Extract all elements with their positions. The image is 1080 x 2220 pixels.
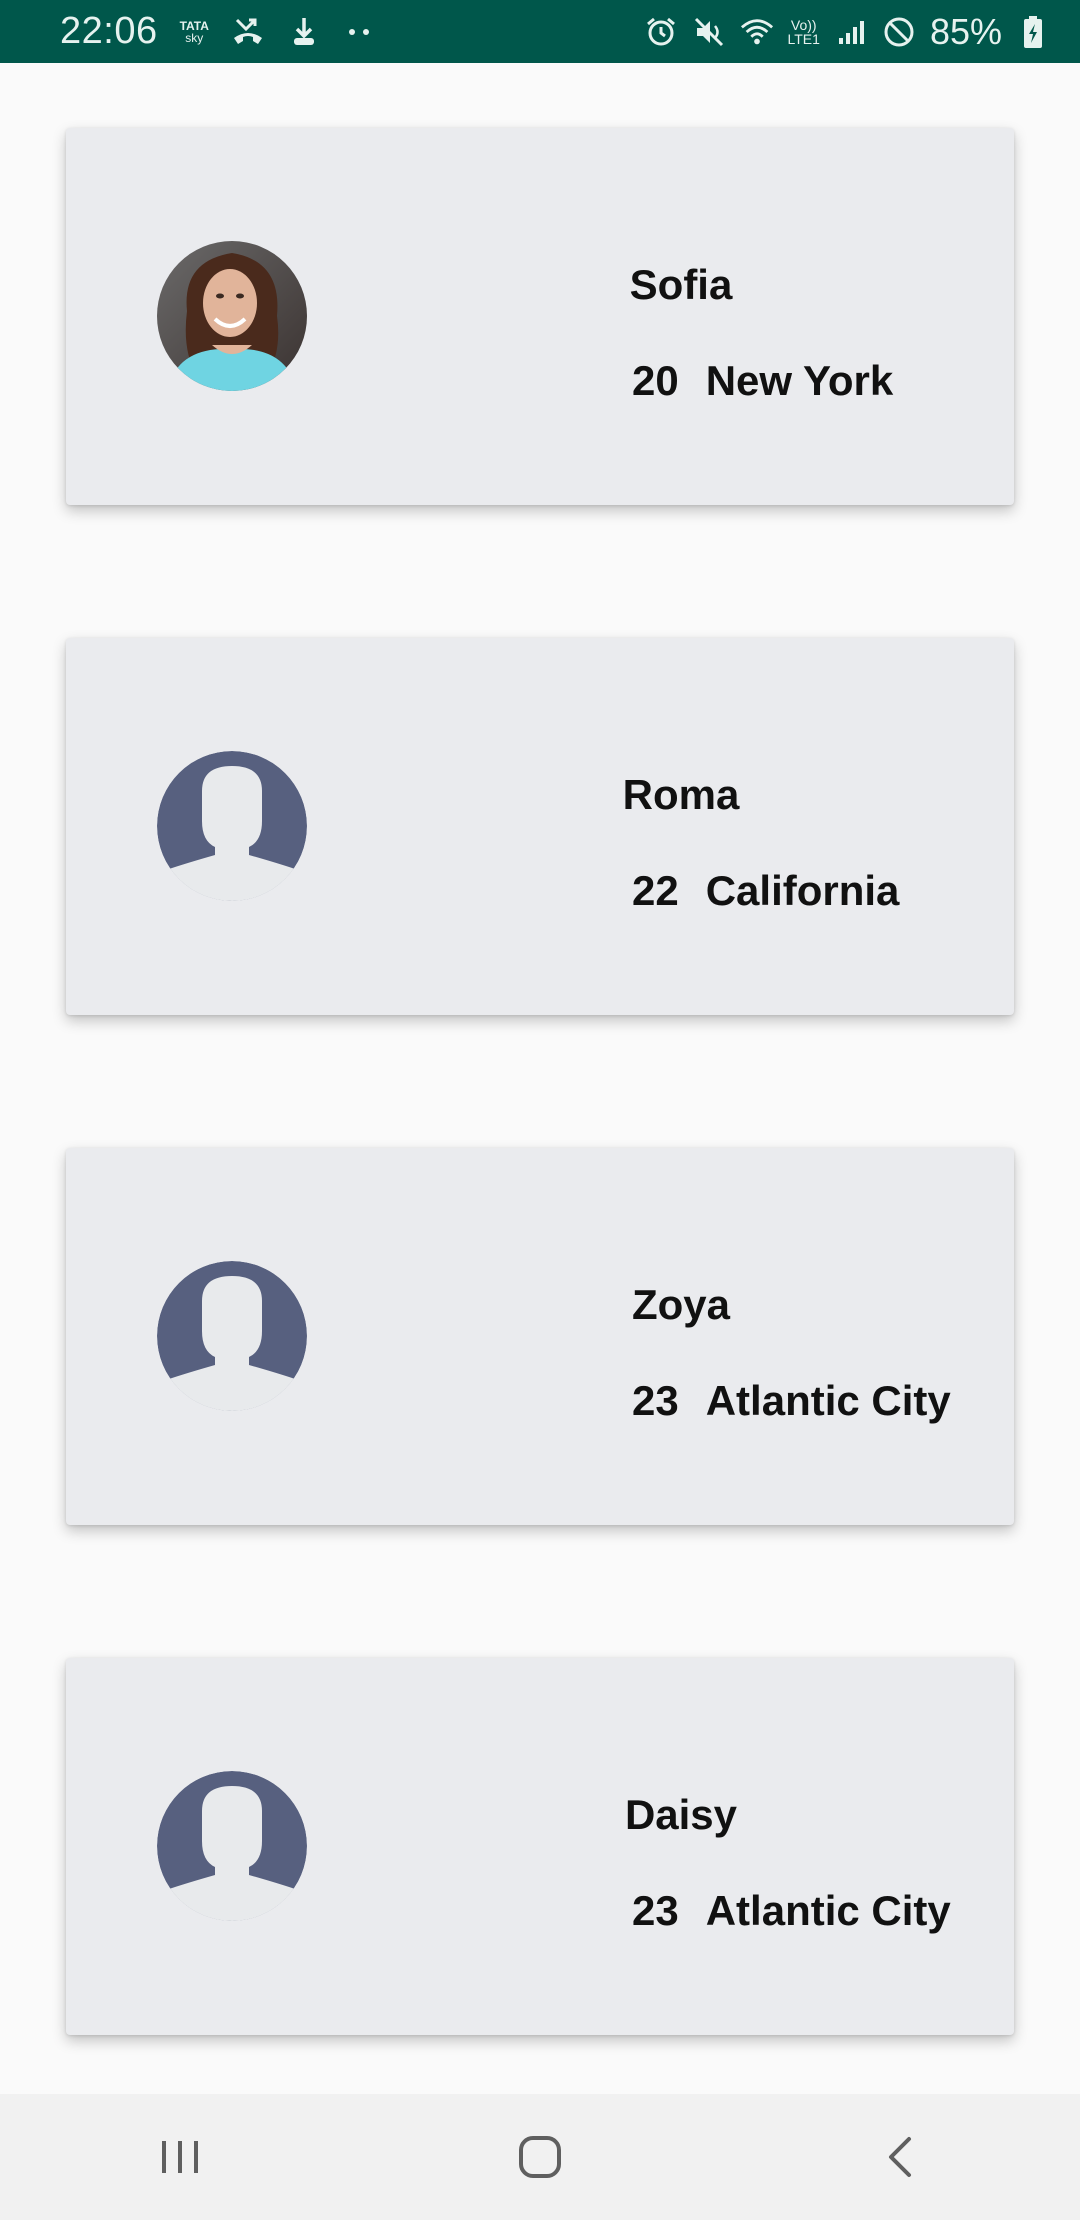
status-time: 22:06 bbox=[60, 10, 158, 52]
back-icon[interactable] bbox=[840, 2112, 960, 2202]
default-avatar-icon bbox=[157, 751, 307, 901]
volte-line2: LTE1 bbox=[787, 30, 820, 47]
do-not-disturb-icon bbox=[882, 15, 916, 49]
carrier-line2: sky bbox=[185, 30, 204, 45]
person-meta: 23 Atlantic City bbox=[566, 1887, 951, 1935]
person-age: 23 bbox=[632, 1887, 679, 1934]
person-card[interactable]: Roma 22 California bbox=[66, 638, 1014, 1015]
person-name: Roma bbox=[622, 771, 740, 818]
carrier-line1: TATA bbox=[179, 18, 209, 33]
person-meta: 23 Atlantic City bbox=[566, 1377, 951, 1425]
battery-charging-icon bbox=[1016, 15, 1050, 49]
person-city: California bbox=[705, 867, 900, 914]
home-icon[interactable] bbox=[480, 2112, 600, 2202]
more-dots-icon bbox=[343, 15, 377, 49]
carrier-logo: TATA sky bbox=[180, 20, 209, 44]
alarm-icon bbox=[644, 15, 678, 49]
volte-line1: Vo)) bbox=[790, 16, 817, 33]
recent-apps-icon[interactable] bbox=[120, 2112, 240, 2202]
person-name: Daisy bbox=[624, 1791, 738, 1838]
default-avatar-icon bbox=[157, 1771, 307, 1921]
person-name: Zoya bbox=[631, 1281, 731, 1328]
person-card[interactable]: Sofia 20 New York bbox=[66, 128, 1014, 505]
photo-avatar bbox=[157, 241, 307, 391]
person-card[interactable]: Daisy 23 Atlantic City bbox=[66, 1658, 1014, 2035]
default-avatar-icon bbox=[157, 1261, 307, 1411]
download-icon bbox=[287, 15, 321, 49]
person-meta: 22 California bbox=[566, 867, 899, 915]
person-age: 20 bbox=[632, 357, 679, 404]
person-name: Sofia bbox=[629, 261, 733, 308]
navigation-bar bbox=[0, 2094, 1080, 2220]
person-meta: 20 New York bbox=[566, 357, 893, 405]
person-city: Atlantic City bbox=[705, 1887, 951, 1934]
person-city: Atlantic City bbox=[705, 1377, 951, 1424]
missed-call-icon bbox=[231, 15, 265, 49]
wifi-icon bbox=[740, 15, 774, 49]
volte-indicator: Vo)) LTE1 bbox=[788, 18, 820, 46]
person-city: New York bbox=[705, 357, 894, 404]
status-bar: 22:06 TATA sky Vo)) LTE1 85% bbox=[0, 0, 1080, 63]
battery-percent: 85% bbox=[929, 10, 1002, 52]
mute-icon bbox=[692, 15, 726, 49]
person-age: 23 bbox=[632, 1377, 679, 1424]
person-card[interactable]: Zoya 23 Atlantic City bbox=[66, 1148, 1014, 1525]
person-age: 22 bbox=[632, 867, 679, 914]
signal-icon bbox=[834, 15, 868, 49]
